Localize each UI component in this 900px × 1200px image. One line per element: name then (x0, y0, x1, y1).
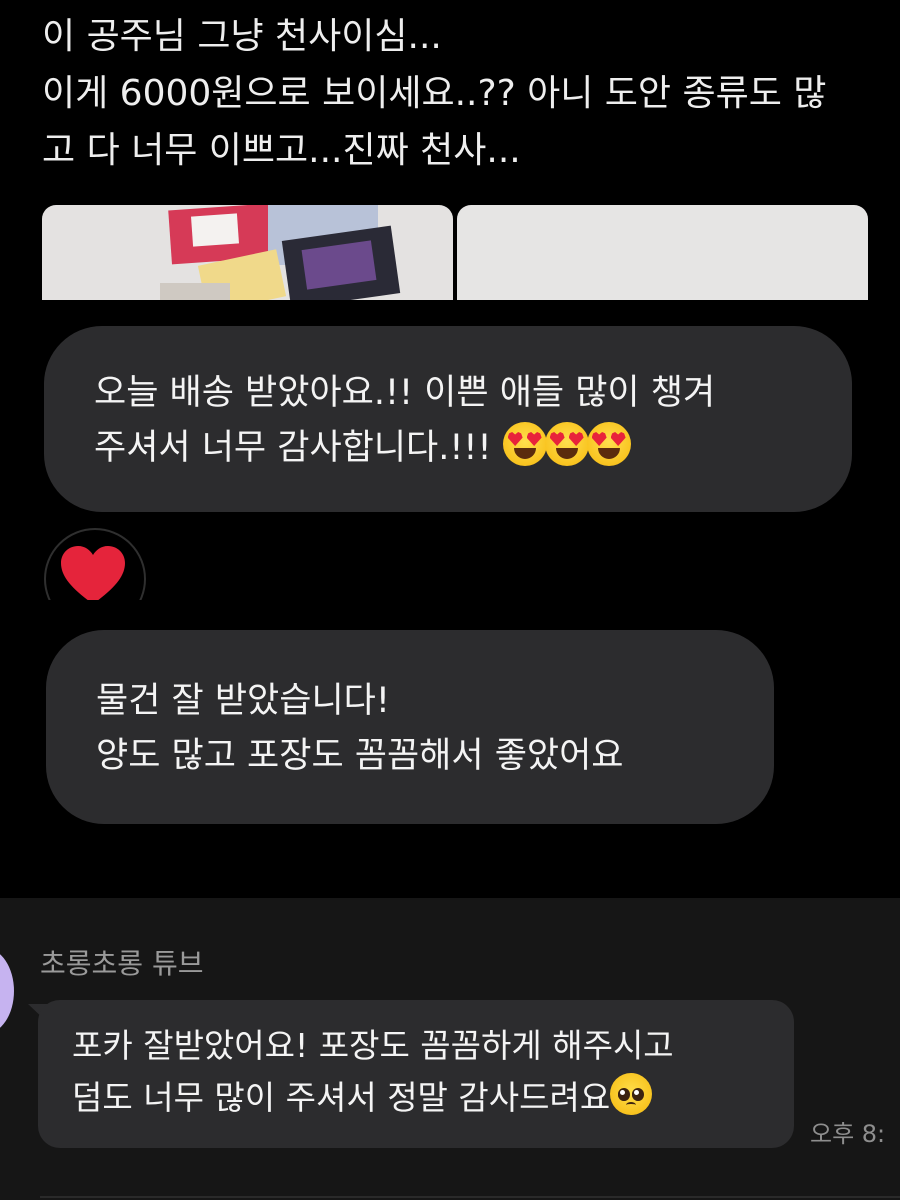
message-timestamp: 오후 8: (810, 1120, 886, 1148)
message-line: 오늘 배송 받았아요.!! 이쁜 애들 많이 챙겨 (94, 373, 716, 413)
message-line: 주셔서 너무 감사합니다.!!! (94, 428, 492, 468)
media-photo-left[interactable] (42, 205, 453, 300)
message-line: 포카 잘받았어요! 포장도 꼼꼼하게 해주시고 (72, 1026, 674, 1065)
photo-bag (160, 283, 230, 300)
heart-icon (61, 546, 125, 600)
tweet-line: 고 다 너무 이쁘고...진짜 천사... (42, 130, 521, 171)
message-line-with-emoji: 주셔서 너무 감사합니다.!!! (94, 421, 852, 476)
heart-eyes-emoji-icon (502, 422, 547, 466)
message-line: 덤도 너무 많이 주셔서 정말 감사드려요 (72, 1078, 611, 1117)
message-line: 물건 잘 받았습니다! (96, 681, 390, 721)
tweet-line: 이게 6000원으로 보이세요..?? 아니 도안 종류도 많 (42, 73, 827, 114)
message-line-with-emoji: 덤도 너무 많이 주셔서 정말 감사드려요 (72, 1072, 794, 1124)
pleading-face-emoji-icon (610, 1073, 653, 1115)
tweet-text: 이 공주님 그냥 천사이심... 이게 6000원으로 보이세요..?? 아니 … (42, 8, 872, 179)
reaction-badge[interactable] (44, 528, 146, 600)
heart-eyes-emoji-icon (544, 422, 589, 466)
divider (40, 1196, 900, 1198)
heart-eyes-emoji-icon (586, 422, 631, 466)
chat-message-bubble[interactable]: 포카 잘받았어요! 포장도 꼼꼼하게 해주시고 덤도 너무 많이 주셔서 정말 … (38, 1000, 794, 1148)
message-bubble[interactable]: 오늘 배송 받았아요.!! 이쁜 애들 많이 챙겨 주셔서 너무 감사합니다.!… (44, 326, 852, 512)
tweet-media[interactable] (42, 205, 868, 300)
message-bubble[interactable]: 물건 잘 받았습니다! 양도 많고 포장도 꼼꼼해서 좋았어요 (46, 630, 774, 824)
media-photo-right[interactable] (457, 205, 868, 300)
photo-label (191, 213, 239, 247)
sender-name: 초롱초롱 튜브 (40, 947, 204, 980)
message-line: 양도 많고 포장도 꼼꼼해서 좋았어요 (96, 736, 624, 776)
tweet-line: 이 공주님 그냥 천사이심... (42, 16, 442, 57)
